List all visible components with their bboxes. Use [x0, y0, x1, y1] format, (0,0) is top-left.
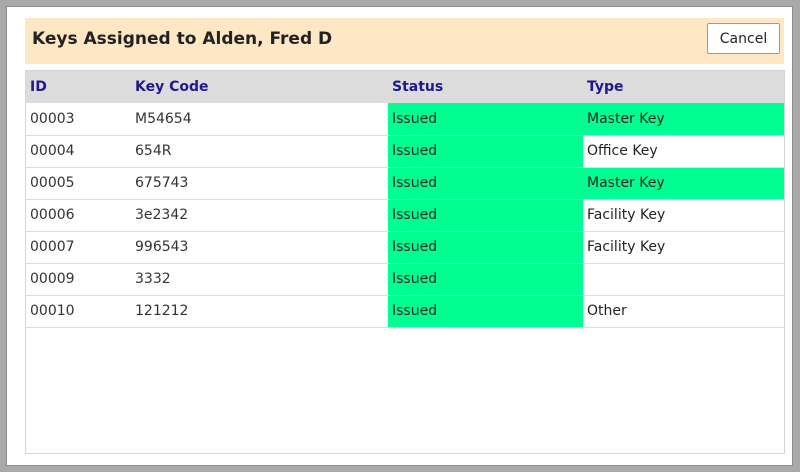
cell-type	[583, 263, 784, 296]
cell-id: 00006	[26, 199, 131, 232]
column-header-key-code[interactable]: Key Code	[131, 71, 388, 103]
table-row[interactable]: 00006 3e2342 Issued Facility Key	[26, 199, 784, 232]
cell-id: 00007	[26, 231, 131, 264]
dialog-header: Keys Assigned to Alden, Fred D Cancel	[25, 18, 784, 64]
cell-type: Other	[583, 295, 784, 328]
cell-type: Master Key	[583, 103, 784, 136]
cell-key-code: M54654	[131, 103, 388, 136]
keys-grid: ID Key Code Status Type 00003 M54654 Iss…	[25, 70, 785, 454]
cell-status: Issued	[388, 295, 583, 328]
cell-status: Issued	[388, 263, 583, 296]
cell-id: 00009	[26, 263, 131, 296]
cell-status: Issued	[388, 103, 583, 136]
cell-id: 00005	[26, 167, 131, 200]
table-row[interactable]: 00007 996543 Issued Facility Key	[26, 231, 784, 264]
cell-key-code: 3e2342	[131, 199, 388, 232]
cell-key-code: 675743	[131, 167, 388, 200]
cell-status: Issued	[388, 167, 583, 200]
table-header-row: ID Key Code Status Type	[26, 71, 784, 103]
cell-id: 00004	[26, 135, 131, 168]
cell-key-code: 3332	[131, 263, 388, 296]
cell-key-code: 121212	[131, 295, 388, 328]
cell-id: 00010	[26, 295, 131, 328]
cell-status: Issued	[388, 231, 583, 264]
cell-type: Facility Key	[583, 231, 784, 264]
table-row[interactable]: 00005 675743 Issued Master Key	[26, 167, 784, 200]
cell-status: Issued	[388, 199, 583, 232]
cell-id: 00003	[26, 103, 131, 136]
column-header-id[interactable]: ID	[26, 71, 131, 103]
table-row[interactable]: 00010 121212 Issued Other	[26, 295, 784, 328]
cell-type: Facility Key	[583, 199, 784, 232]
column-header-type[interactable]: Type	[583, 71, 784, 103]
cell-status: Issued	[388, 135, 583, 168]
table-row[interactable]: 00004 654R Issued Office Key	[26, 135, 784, 168]
keys-table: ID Key Code Status Type 00003 M54654 Iss…	[26, 71, 784, 328]
cancel-button[interactable]: Cancel	[707, 23, 780, 54]
dialog-title: Keys Assigned to Alden, Fred D	[32, 29, 333, 49]
cell-key-code: 996543	[131, 231, 388, 264]
keys-assigned-dialog: Keys Assigned to Alden, Fred D Cancel ID…	[6, 6, 793, 466]
cell-key-code: 654R	[131, 135, 388, 168]
column-header-status[interactable]: Status	[388, 71, 583, 103]
table-row[interactable]: 00003 M54654 Issued Master Key	[26, 103, 784, 136]
cell-type: Office Key	[583, 135, 784, 168]
table-row[interactable]: 00009 3332 Issued	[26, 263, 784, 296]
cell-type: Master Key	[583, 167, 784, 200]
